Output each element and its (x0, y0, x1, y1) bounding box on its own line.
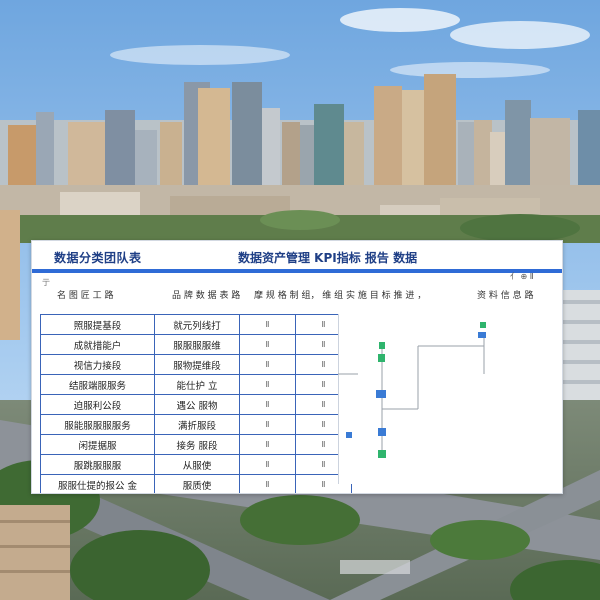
table-cell: 接务 服段 (154, 434, 240, 455)
left-marks: 亍 (42, 278, 50, 287)
flow-node (478, 332, 486, 338)
flow-node (378, 354, 385, 362)
table-cell: 视信力接段 (40, 354, 155, 375)
table-cell: 结服端服服务 (40, 374, 155, 395)
subheader-right: 摩 规 格 制 组， 维 组 实 施 目 标 推 进 ， (254, 291, 427, 301)
flow-node (378, 428, 386, 436)
table-row: 照服提基段 就元列线打 Ⅱ Ⅱ (40, 314, 352, 335)
table-cell: Ⅱ (239, 354, 296, 375)
table-cell: Ⅱ (239, 474, 296, 493)
table-row: 成就措能户 服服服服维 Ⅱ Ⅱ (40, 334, 352, 355)
table-cell: 就元列线打 (154, 314, 240, 335)
table-cell: 成就措能户 (40, 334, 155, 355)
table-cell: Ⅱ (239, 334, 296, 355)
document-title-left: 数据分类团队表 (54, 251, 142, 265)
table-cell: 服服服服维 (154, 334, 240, 355)
table-row: 结服端服服务 能仕护 立 Ⅱ Ⅱ (40, 374, 352, 395)
table-cell: 服跳服服服 (40, 454, 155, 475)
flow-node (376, 390, 386, 398)
table-row: 服服仕提的报公 金 服质使 Ⅱ Ⅱ (40, 474, 352, 493)
table-cell: Ⅱ (239, 454, 296, 475)
table-cell: 从服使 (154, 454, 240, 475)
table-row: 闲提据服 接务 服段 Ⅱ Ⅱ (40, 434, 352, 455)
table-cell: Ⅱ (239, 374, 296, 395)
table-cell: 闲提据服 (40, 434, 155, 455)
subheader-far-right: 资 料 信 息 路 (477, 291, 534, 301)
table-cell: 满折服段 (154, 414, 240, 435)
flow-node (480, 322, 486, 328)
table-cell: 服质使 (154, 474, 240, 493)
data-table: 照服提基段 就元列线打 Ⅱ Ⅱ 成就措能户 服服服服维 Ⅱ Ⅱ 视信力接段 服物… (40, 314, 352, 493)
table-cell: Ⅱ (239, 414, 296, 435)
flow-node (378, 450, 386, 458)
subheader-left: 名 图 匠 工 路 (57, 291, 114, 301)
document-title-center: 数据资产管理 KPI指标 报告 数据 (238, 251, 418, 265)
header-divider (32, 269, 562, 273)
table-cell: 服服仕提的报公 金 (40, 474, 155, 493)
table-cell: Ⅱ (239, 394, 296, 415)
table-row: 服能服服服服务 满折服段 Ⅱ Ⅱ (40, 414, 352, 435)
flow-diagram-background (338, 314, 554, 484)
city-photo-scene: 数据分类团队表 数据资产管理 KPI指标 报告 数据 亻 ⊕ Ⅱ 亍 名 图 匠… (0, 0, 600, 600)
flow-diagram (338, 314, 554, 484)
corner-marks: 亻 ⊕ Ⅱ (510, 272, 534, 281)
table-row: 迫服利公段 遇公 服物 Ⅱ Ⅱ (40, 394, 352, 415)
flow-node (346, 432, 352, 438)
table-cell: 能仕护 立 (154, 374, 240, 395)
table-row: 视信力接段 服物提维段 Ⅱ Ⅱ (40, 354, 352, 375)
table-cell: 遇公 服物 (154, 394, 240, 415)
table-row: 服跳服服服 从服使 Ⅱ Ⅱ (40, 454, 352, 475)
table-cell: 照服提基段 (40, 314, 155, 335)
report-document-panel: 数据分类团队表 数据资产管理 KPI指标 报告 数据 亻 ⊕ Ⅱ 亍 名 图 匠… (31, 240, 563, 494)
subheader-center: 品 牌 数 据 表 路 (172, 291, 241, 301)
table-cell: 服能服服服服务 (40, 414, 155, 435)
table-cell: 服物提维段 (154, 354, 240, 375)
flow-node (379, 342, 385, 349)
table-cell: Ⅱ (239, 434, 296, 455)
table-cell: 迫服利公段 (40, 394, 155, 415)
table-cell: Ⅱ (239, 314, 296, 335)
document-header: 数据分类团队表 数据资产管理 KPI指标 报告 数据 (32, 241, 562, 271)
